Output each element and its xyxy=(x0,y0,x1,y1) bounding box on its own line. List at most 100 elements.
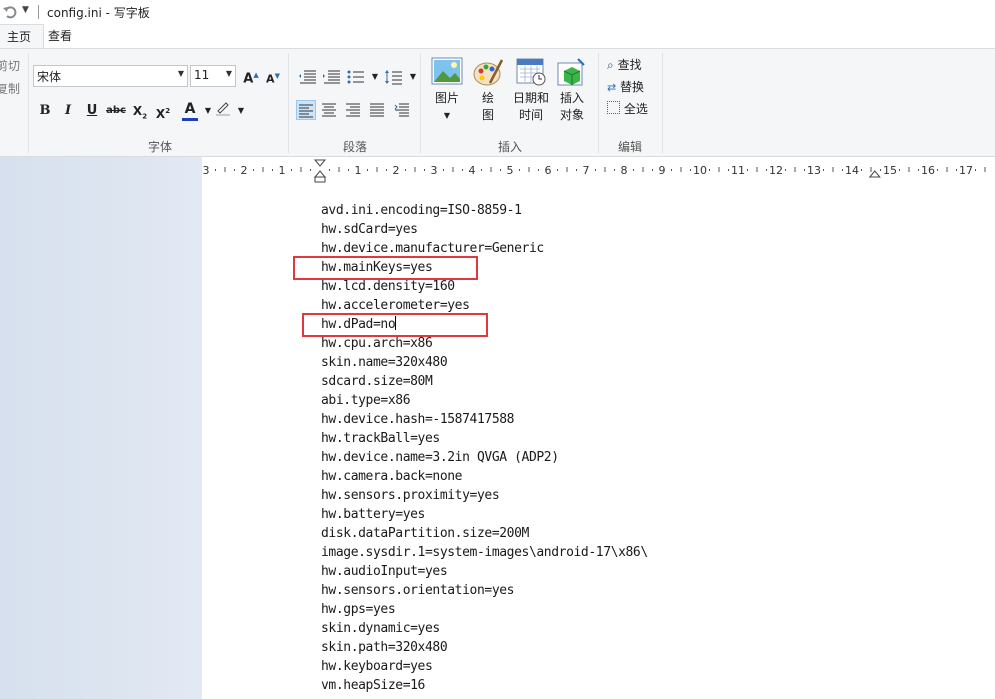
document-line[interactable]: skin.path=320x480 xyxy=(321,638,648,657)
highlighter-icon xyxy=(216,102,230,116)
shrink-font-label: A xyxy=(266,72,275,86)
date-time-button[interactable]: 日期和 时间 xyxy=(510,57,552,124)
underline-button[interactable]: U xyxy=(82,101,102,121)
subscript-button[interactable]: X2 xyxy=(130,101,150,121)
bullets-button[interactable] xyxy=(346,67,366,87)
document-line-text: hw.sensors.orientation=yes xyxy=(321,583,515,598)
document-line[interactable]: hw.camera.back=none xyxy=(321,467,648,486)
ruler-label: 15 xyxy=(883,164,897,177)
font-color-button[interactable]: A xyxy=(180,99,200,121)
document-line[interactable]: vm.heapSize=16 xyxy=(321,676,648,695)
select-all-button[interactable]: 全选 xyxy=(607,100,648,117)
document-line[interactable]: hw.sensors.proximity=yes xyxy=(321,486,648,505)
ruler-tick xyxy=(680,167,682,172)
font-family-select[interactable]: 宋体 ▼ xyxy=(33,65,188,87)
bullets-dropdown-icon[interactable]: ▼ xyxy=(365,67,385,87)
strikethrough-button[interactable]: abc xyxy=(106,101,126,121)
ruler-tick xyxy=(709,169,710,171)
paint-drawing-button[interactable]: 绘 图 xyxy=(470,57,506,124)
line-spacing-button[interactable] xyxy=(384,67,404,87)
font-group-label: 字体 xyxy=(148,140,173,154)
quick-access-dropdown-icon[interactable]: ▼ xyxy=(22,5,29,15)
ruler-label: 13 xyxy=(807,164,821,177)
ruler-tick xyxy=(984,167,986,172)
document-line-text: hw.gps=yes xyxy=(321,602,396,617)
picture-button[interactable]: 图片 ▼ xyxy=(428,57,466,124)
document-line[interactable]: disk.dataPartition.size=200M xyxy=(321,524,648,543)
document-line-text: hw.trackBall=yes xyxy=(321,431,440,446)
insert-object-icon xyxy=(557,58,585,86)
align-right-icon xyxy=(346,103,360,117)
replace-button[interactable]: ⇄ 替换 xyxy=(607,78,644,95)
ruler-tick xyxy=(880,169,881,171)
decrease-indent-icon xyxy=(299,70,316,84)
document-line[interactable]: hw.audioInput=yes xyxy=(321,562,648,581)
insert-object-button[interactable]: 插入 对象 xyxy=(554,57,590,124)
document-line[interactable]: hw.battery=yes xyxy=(321,505,648,524)
ruler-label: 2 xyxy=(393,164,400,177)
ruler[interactable]: 3 2 1 1 2 3 4 5 6 7 8 9 10 11 12 13 14 15 16 17 xyxy=(202,157,995,183)
shrink-font-button[interactable]: A▼ xyxy=(263,66,283,86)
font-size-select[interactable]: 11 ▼ xyxy=(190,65,236,87)
superscript-button[interactable]: X2 xyxy=(153,101,173,121)
ruler-tick xyxy=(956,169,957,171)
ruler-label: 16 xyxy=(921,164,935,177)
undo-icon[interactable] xyxy=(2,4,18,20)
document-line[interactable]: hw.trackBall=yes xyxy=(321,429,648,448)
ruler-tick xyxy=(528,167,530,172)
document-line[interactable]: hw.gps=yes xyxy=(321,600,648,619)
highlight-button[interactable] xyxy=(213,99,233,119)
justify-button[interactable] xyxy=(368,100,388,120)
group-separator xyxy=(662,53,663,153)
ruler-tick xyxy=(595,169,596,171)
ruler-ticks: 3 2 1 1 2 3 4 5 6 7 8 9 10 11 12 13 14 15 16 17 xyxy=(202,159,995,183)
document-line-text: abi.type=x86 xyxy=(321,393,411,408)
paragraph-button[interactable] xyxy=(393,100,413,120)
document-line[interactable]: sdcard.size=80M xyxy=(321,372,648,391)
document-line[interactable]: skin.name=320x480 xyxy=(321,353,648,372)
ruler-tick xyxy=(870,167,872,172)
align-left-button[interactable] xyxy=(296,100,316,120)
bullet-list-icon xyxy=(347,70,364,84)
align-center-button[interactable] xyxy=(320,100,340,120)
highlight-dropdown-icon[interactable]: ▼ xyxy=(231,101,251,121)
ruler-tick xyxy=(424,169,425,171)
chevron-down-icon: ▼ xyxy=(177,69,184,78)
find-button[interactable]: ⌕ 查找 xyxy=(607,56,642,73)
ruler-tick xyxy=(253,169,254,171)
copy-button[interactable]: 复制 xyxy=(0,80,20,97)
document-line[interactable]: hw.device.hash=-1587417588 xyxy=(321,410,648,429)
ruler-tick xyxy=(272,169,273,171)
align-center-icon xyxy=(322,103,336,117)
document-line-text: hw.battery=yes xyxy=(321,507,425,522)
left-indent-marker-icon[interactable] xyxy=(314,176,326,183)
ruler-tick xyxy=(766,169,767,171)
document-line[interactable]: hw.keyboard=yes xyxy=(321,657,648,676)
document-line-text: hw.device.manufacturer=Generic xyxy=(321,241,544,256)
ruler-tick xyxy=(756,167,758,172)
ruler-tick xyxy=(414,167,416,172)
grow-font-button[interactable]: A▲ xyxy=(241,65,261,87)
bold-button[interactable]: B xyxy=(35,101,55,121)
document-line[interactable]: hw.sdCard=yes xyxy=(321,220,648,239)
document-line[interactable]: hw.device.name=3.2in QVGA (ADP2) xyxy=(321,448,648,467)
italic-button[interactable]: I xyxy=(58,101,78,121)
cut-button[interactable]: 剪切 xyxy=(0,57,20,74)
ruler-tick xyxy=(614,169,615,171)
document-line[interactable]: skin.dynamic=yes xyxy=(321,619,648,638)
increase-indent-button[interactable] xyxy=(322,67,342,87)
align-right-button[interactable] xyxy=(344,100,364,120)
document-line-text: disk.dataPartition.size=200M xyxy=(321,526,529,541)
select-all-icon xyxy=(607,101,620,114)
document-line[interactable]: image.sysdir.1=system-images\android-17\… xyxy=(321,543,648,562)
document-line[interactable]: abi.type=x86 xyxy=(321,391,648,410)
tab-view[interactable]: 查看 xyxy=(36,24,84,49)
picture-icon xyxy=(431,57,463,85)
grow-font-label: A xyxy=(243,71,254,87)
decrease-indent-button[interactable] xyxy=(298,67,318,87)
document-line[interactable]: hw.sensors.orientation=yes xyxy=(321,581,648,600)
ruler-label: 6 xyxy=(545,164,552,177)
document-line[interactable]: avd.ini.encoding=ISO-8859-1 xyxy=(321,201,648,220)
ruler-tick xyxy=(861,169,862,171)
annotation-highlight-box xyxy=(302,313,488,337)
